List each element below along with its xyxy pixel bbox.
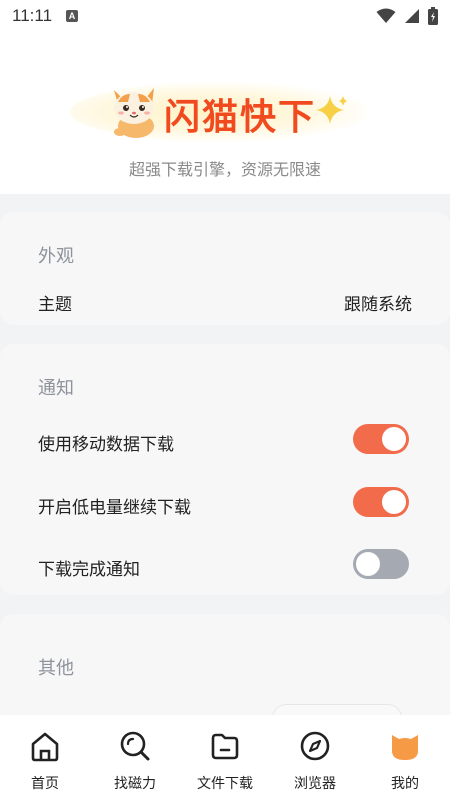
nav-label-file-download: 文件下载 (197, 776, 253, 792)
settings-content: 外观 主题 跟随系统 通知 使用移动数据下载 开启低电量继续下载 下载完成通知 … (0, 194, 450, 724)
toggle-knob (356, 552, 380, 576)
nav-label-home: 首页 (31, 776, 59, 792)
app-header: 闪猫快下 超强下载引擎，资源无限速 (0, 32, 450, 194)
notification-section: 通知 使用移动数据下载 开启低电量继续下载 下载完成通知 (0, 344, 450, 595)
mobile-data-download-label: 使用移动数据下载 (38, 435, 174, 455)
cat-head-icon (392, 735, 418, 760)
app-name: 闪猫快下 (164, 97, 317, 138)
tagline: 超强下载引擎，资源无限速 (128, 160, 321, 179)
nav-item-magnet-search[interactable]: 找磁力 (90, 715, 180, 800)
sparkle-icon (316, 96, 347, 124)
status-bar: 11:11 A (0, 0, 450, 32)
section-title-notification: 通知 (38, 378, 74, 399)
low-battery-download-toggle[interactable] (353, 487, 409, 517)
folder-icon (211, 733, 239, 760)
nav-label-browser: 浏览器 (294, 776, 336, 792)
search-icon (120, 731, 150, 761)
compass-icon (300, 731, 330, 761)
nav-item-browser[interactable]: 浏览器 (270, 715, 360, 800)
status-time: 11:11 (12, 6, 53, 25)
theme-value: 跟随系统 (344, 295, 412, 315)
home-icon (31, 732, 59, 762)
section-title-other: 其他 (38, 658, 74, 679)
signal-icon (405, 9, 419, 23)
low-battery-download-label: 开启低电量继续下载 (38, 498, 191, 518)
toggle-knob (382, 427, 406, 451)
nav-label-mine: 我的 (391, 776, 419, 792)
section-title-appearance: 外观 (38, 246, 74, 267)
nav-label-magnet-search: 找磁力 (114, 776, 156, 792)
cat-mascot-icon (114, 88, 154, 138)
battery-icon (428, 7, 438, 25)
theme-row[interactable]: 主题 跟随系统 (0, 284, 450, 324)
toggle-knob (382, 490, 406, 514)
nav-item-mine[interactable]: 我的 (360, 715, 450, 800)
status-icons (376, 7, 438, 25)
mobile-data-download-toggle[interactable] (353, 424, 409, 454)
theme-label: 主题 (38, 295, 72, 315)
download-complete-notification-toggle[interactable] (353, 549, 409, 579)
nav-item-home[interactable]: 首页 (0, 715, 90, 800)
nav-item-file-download[interactable]: 文件下载 (180, 715, 270, 800)
appearance-section: 外观 主题 跟随系统 (0, 212, 450, 325)
notification-a-icon: A (66, 10, 79, 22)
download-complete-notification-label: 下载完成通知 (38, 560, 140, 580)
wifi-icon (376, 8, 396, 23)
bottom-nav: 首页 找磁力 文件下载 浏览器 我的 (0, 715, 450, 800)
